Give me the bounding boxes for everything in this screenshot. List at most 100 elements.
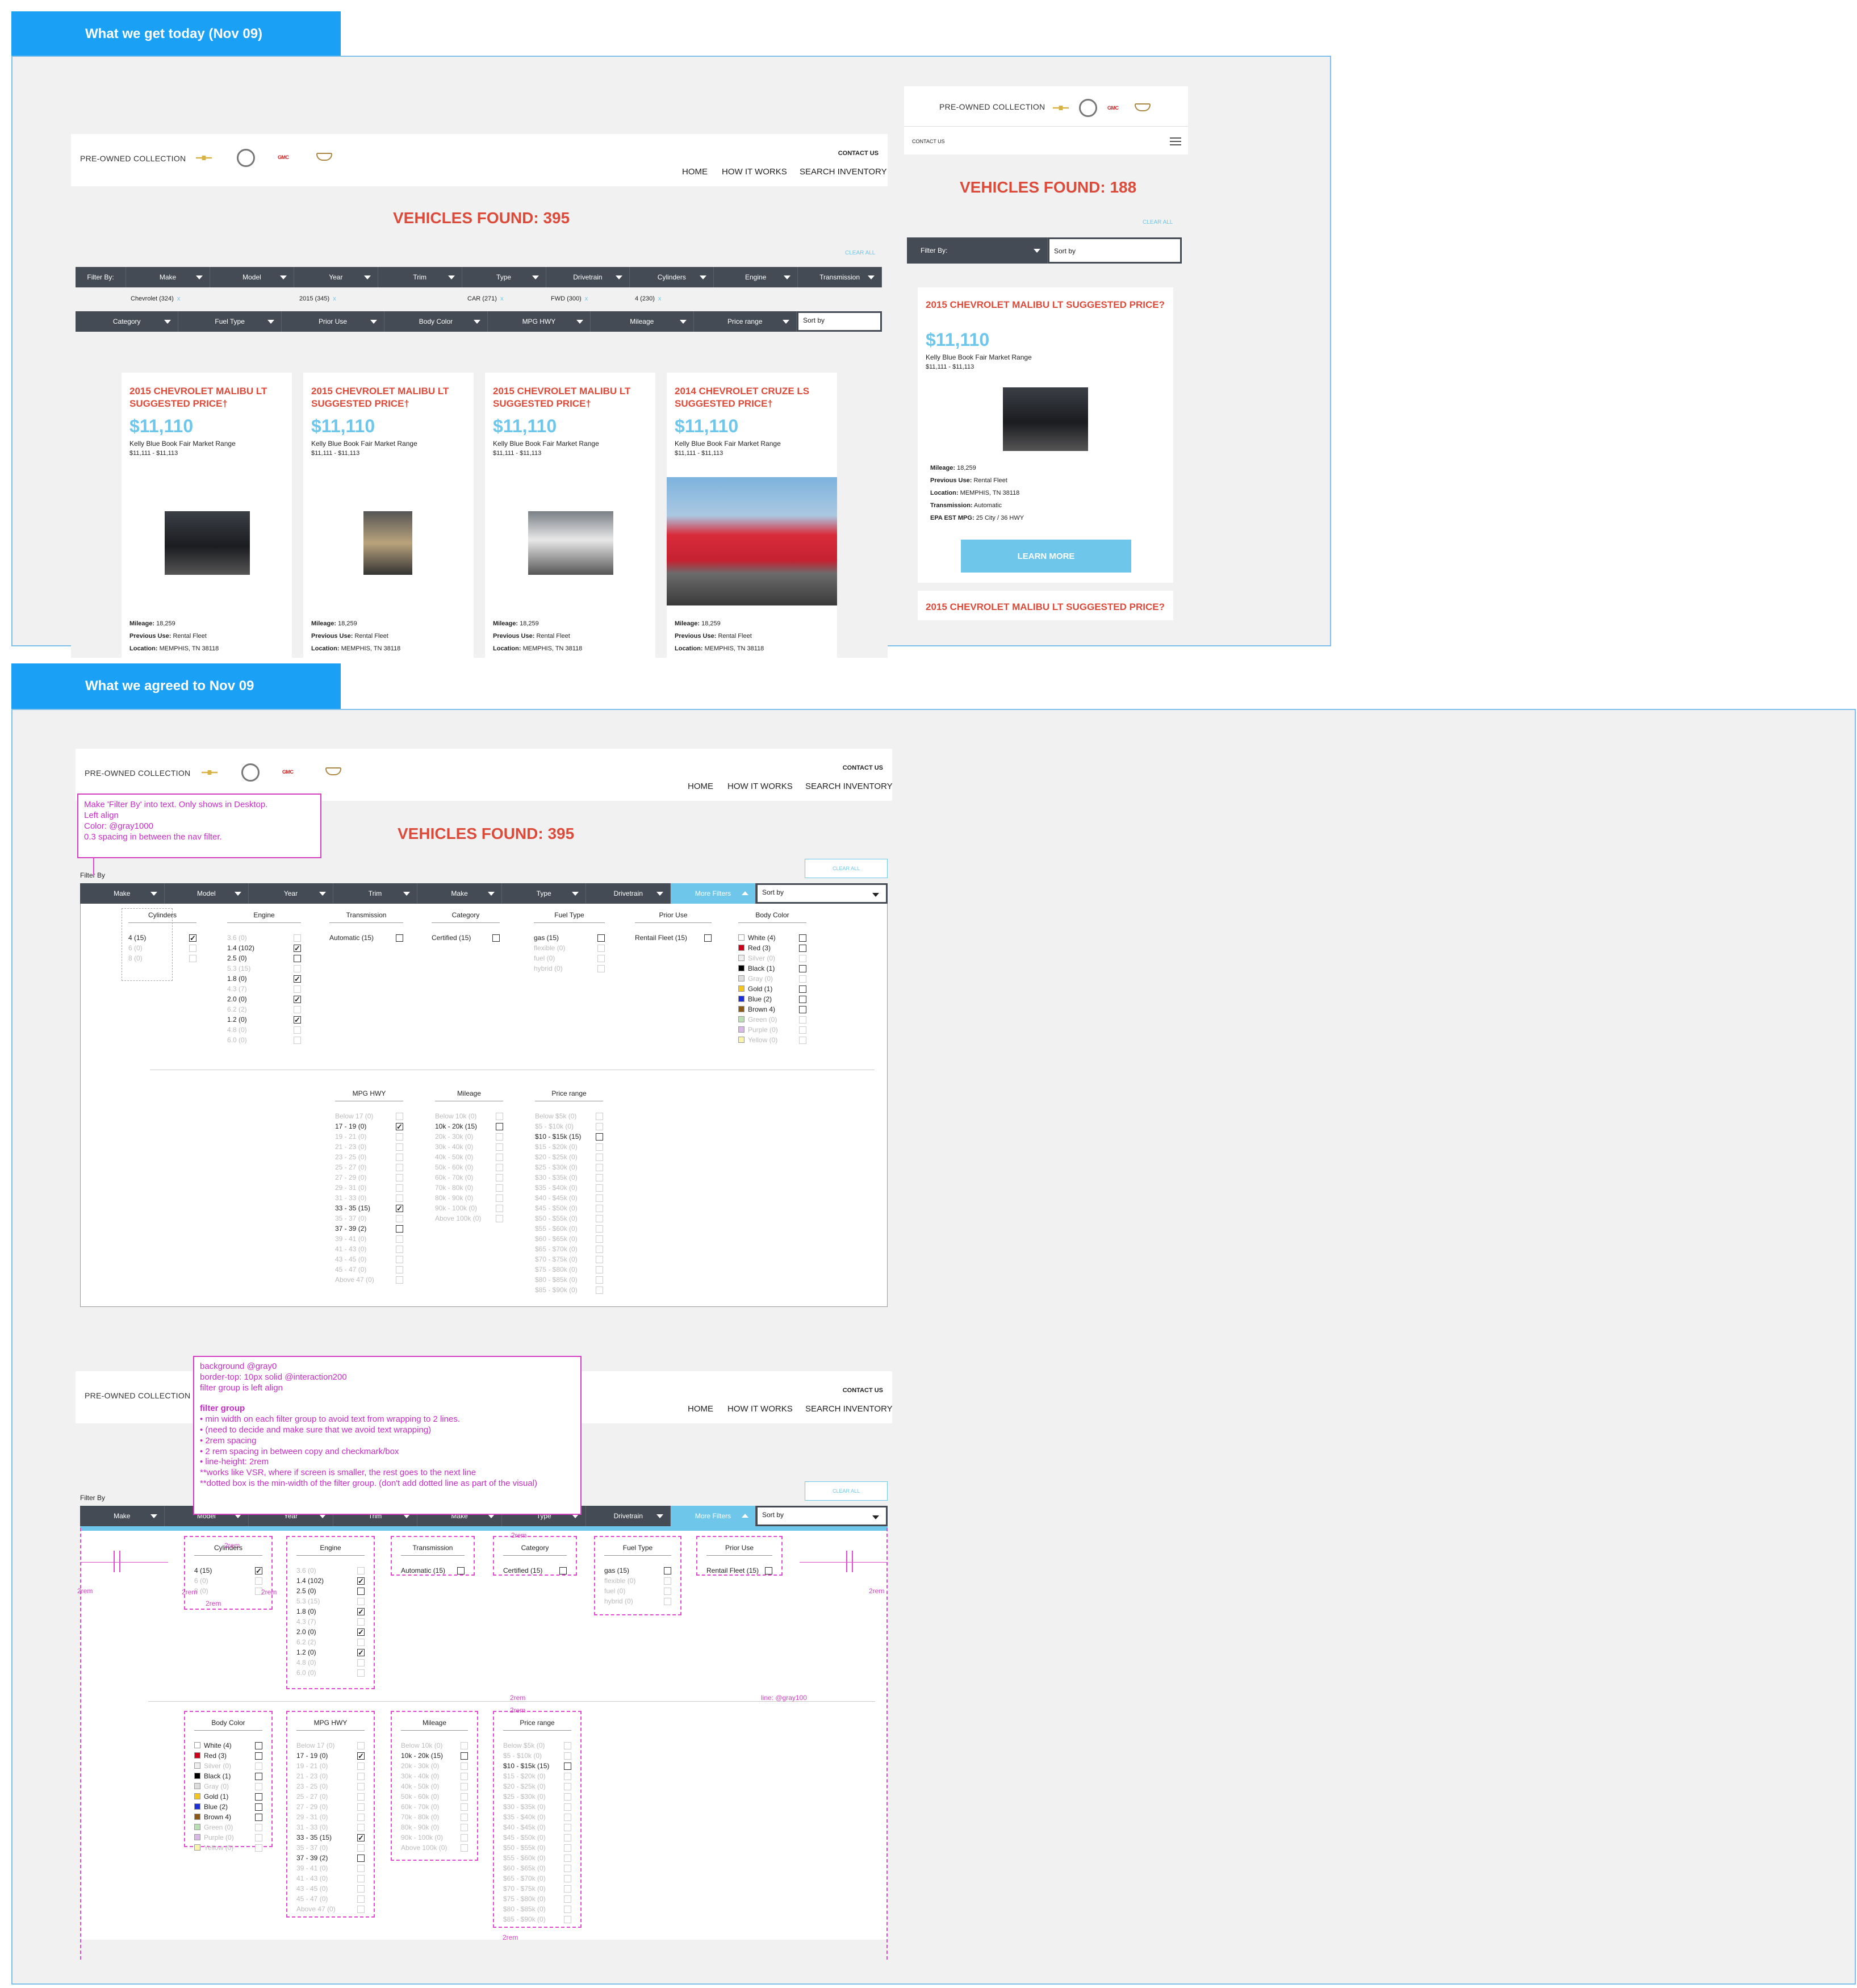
- brand-title[interactable]: PRE-OWNED COLLECTION: [939, 102, 1045, 111]
- filter-by-dropdown[interactable]: Filter By:: [907, 237, 1048, 264]
- filter-make[interactable]: Make: [126, 267, 210, 287]
- chip-make[interactable]: Chevrolet (324) x: [131, 295, 180, 302]
- checkbox[interactable]: [396, 1174, 403, 1181]
- filter-option[interactable]: 70k - 80k (0): [435, 1184, 503, 1194]
- filter-option[interactable]: Below 17 (0): [335, 1112, 403, 1122]
- nav-how-it-works[interactable]: HOW IT WORKS: [722, 167, 787, 177]
- filter-drivetrain[interactable]: Drivetrain: [546, 267, 630, 287]
- filter-option[interactable]: 40k - 50k (0): [435, 1153, 503, 1163]
- clear-all-link[interactable]: CLEAR ALL: [1143, 219, 1173, 225]
- filter-drivetrain[interactable]: Drivetrain: [586, 883, 671, 904]
- filter-option[interactable]: $40 - $45k (0): [535, 1194, 603, 1204]
- checkbox[interactable]: [294, 1026, 301, 1034]
- cadillac-logo-icon[interactable]: [316, 153, 332, 161]
- chevrolet-logo-icon[interactable]: [1053, 106, 1069, 110]
- checkbox-checked[interactable]: ✓: [396, 1205, 403, 1212]
- filter-option[interactable]: 4.8 (0): [227, 1026, 301, 1036]
- checkbox[interactable]: [294, 1006, 301, 1013]
- filter-option[interactable]: 33 - 35 (15) ✓: [335, 1204, 403, 1214]
- filter-year[interactable]: Year: [249, 883, 333, 904]
- vehicle-card[interactable]: 2015 CHEVROLET MALIBU LT SUGGESTED PRICE…: [918, 287, 1173, 583]
- checkbox[interactable]: [496, 1174, 503, 1181]
- filter-option[interactable]: Gray (0): [738, 975, 806, 985]
- more-filters-toggle[interactable]: More Filters: [671, 1506, 756, 1526]
- filter-type[interactable]: Type: [502, 883, 587, 904]
- filter-option[interactable]: 10k - 20k (15): [435, 1122, 503, 1133]
- filter-option[interactable]: 37 - 39 (2): [335, 1225, 403, 1235]
- checkbox-checked[interactable]: ✓: [189, 934, 196, 942]
- checkbox[interactable]: [496, 1164, 503, 1171]
- brand-title[interactable]: PRE-OWNED COLLECTION: [80, 154, 186, 163]
- checkbox[interactable]: [396, 1133, 403, 1141]
- filter-option[interactable]: $65 - $70k (0): [535, 1245, 603, 1255]
- checkbox[interactable]: [596, 1246, 603, 1253]
- filter-option[interactable]: Below 10k (0): [435, 1112, 503, 1122]
- filter-type[interactable]: Type: [462, 267, 546, 287]
- filter-option[interactable]: White (4): [738, 934, 806, 944]
- checkbox[interactable]: [189, 945, 196, 952]
- vehicle-card[interactable]: 2015 CHEVROLET MALIBU LT SUGGESTED PRICE…: [485, 373, 655, 658]
- filter-trim[interactable]: Trim: [378, 267, 462, 287]
- checkbox[interactable]: [596, 1184, 603, 1192]
- more-filters-toggle[interactable]: More Filters: [671, 883, 756, 904]
- checkbox[interactable]: [799, 975, 806, 983]
- checkbox[interactable]: [294, 965, 301, 972]
- checkbox[interactable]: [597, 955, 605, 962]
- checkbox[interactable]: [799, 1006, 806, 1013]
- filter-price-range[interactable]: Price range: [694, 311, 797, 332]
- car-photo[interactable]: [363, 511, 412, 575]
- filter-option[interactable]: fuel (0): [534, 954, 605, 964]
- chip-type[interactable]: CAR (271) x: [467, 295, 503, 302]
- checkbox[interactable]: [799, 945, 806, 952]
- filter-option[interactable]: 41 - 43 (0): [335, 1245, 403, 1255]
- filter-option[interactable]: 6 (0): [128, 944, 196, 954]
- checkbox[interactable]: [396, 934, 403, 942]
- checkbox[interactable]: [799, 934, 806, 942]
- contact-us-link[interactable]: CONTACT US: [838, 150, 879, 157]
- checkbox[interactable]: [496, 1154, 503, 1161]
- checkbox[interactable]: [596, 1256, 603, 1263]
- filter-mpg-hwy[interactable]: MPG HWY: [488, 311, 591, 332]
- filter-option[interactable]: Silver (0): [738, 954, 806, 964]
- checkbox[interactable]: [596, 1195, 603, 1202]
- contact-us-link[interactable]: CONTACT US: [843, 1387, 883, 1394]
- brand-title[interactable]: PRE-OWNED COLLECTION: [85, 769, 190, 778]
- filter-option[interactable]: Red (3): [738, 944, 806, 954]
- checkbox[interactable]: [396, 1154, 403, 1161]
- filter-option[interactable]: Black (1): [738, 964, 806, 975]
- sort-select[interactable]: Sort by: [797, 311, 882, 332]
- checkbox[interactable]: [496, 1133, 503, 1141]
- gmc-logo-icon[interactable]: GMC: [282, 769, 294, 775]
- filter-option[interactable]: Above 100k (0): [435, 1214, 503, 1225]
- filter-make[interactable]: Make: [80, 883, 165, 904]
- filter-option[interactable]: 80k - 90k (0): [435, 1194, 503, 1204]
- chip-remove-icon[interactable]: x: [177, 295, 181, 302]
- filter-option[interactable]: $15 - $20k (0): [535, 1143, 603, 1153]
- checkbox[interactable]: [596, 1164, 603, 1171]
- checkbox[interactable]: [189, 955, 196, 962]
- filter-option[interactable]: flexible (0): [534, 944, 605, 954]
- filter-mileage[interactable]: Mileage: [591, 311, 694, 332]
- gmc-logo-icon[interactable]: GMC: [278, 154, 289, 160]
- contact-us-link[interactable]: CONTACT US: [912, 139, 945, 144]
- filter-option[interactable]: 23 - 25 (0): [335, 1153, 403, 1163]
- filter-option[interactable]: 17 - 19 (0) ✓: [335, 1122, 403, 1133]
- checkbox[interactable]: [396, 1184, 403, 1192]
- filter-option[interactable]: 2.5 (0): [227, 954, 301, 964]
- filter-option[interactable]: $80 - $85k (0): [535, 1276, 603, 1286]
- nav-search-inventory[interactable]: SEARCH INVENTORY: [800, 167, 887, 177]
- filter-transmission[interactable]: Transmission: [798, 267, 882, 287]
- checkbox[interactable]: [597, 945, 605, 952]
- checkbox[interactable]: [496, 1113, 503, 1120]
- filter-option[interactable]: 21 - 23 (0): [335, 1143, 403, 1153]
- card-title[interactable]: 2015 CHEVROLET MALIBU LT SUGGESTED PRICE…: [926, 601, 1168, 613]
- checkbox[interactable]: [596, 1266, 603, 1273]
- filter-option[interactable]: 20k - 30k (0): [435, 1133, 503, 1143]
- checkbox[interactable]: [799, 1026, 806, 1034]
- checkbox[interactable]: [596, 1174, 603, 1181]
- filter-option[interactable]: $35 - $40k (0): [535, 1184, 603, 1194]
- checkbox[interactable]: [704, 934, 712, 942]
- filter-option[interactable]: 6.2 (2): [227, 1005, 301, 1016]
- filter-model[interactable]: Model: [165, 883, 249, 904]
- checkbox[interactable]: [396, 1195, 403, 1202]
